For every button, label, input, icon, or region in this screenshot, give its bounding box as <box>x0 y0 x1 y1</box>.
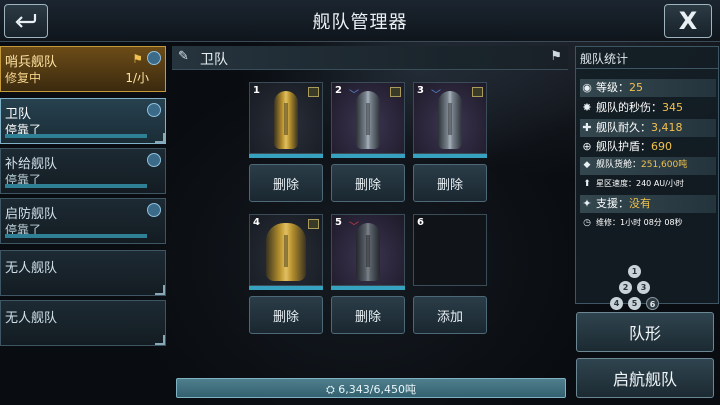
fleet-name: 无人舰队 <box>5 261 58 276</box>
corner-decoration <box>155 335 165 345</box>
ship-slot-2[interactable]: 2 ﹀ <box>331 82 405 158</box>
back-button[interactable] <box>4 4 48 38</box>
fleet-count: 1/小 <box>125 71 149 85</box>
ship-health-bar <box>249 154 323 158</box>
rank-icon <box>308 87 319 97</box>
ship-image <box>266 223 306 281</box>
formation-position: 6 <box>646 297 659 310</box>
corner-decoration <box>155 285 165 295</box>
remove-ship-button[interactable]: 删除 <box>249 296 323 334</box>
close-button[interactable]: X <box>664 4 712 38</box>
formation-position: 2 <box>619 281 632 294</box>
fleet-icon <box>147 153 161 167</box>
corner-decoration <box>155 133 165 143</box>
slot-number: 5 <box>335 217 342 228</box>
fleet-name: 卫队 <box>5 107 32 122</box>
level-icon: ◉ <box>582 81 592 94</box>
fleet-health-bar <box>5 234 147 238</box>
back-arrow-icon <box>15 14 37 28</box>
fleet-health-bar <box>5 184 147 188</box>
pencil-icon[interactable]: ✎ <box>178 49 189 64</box>
shield-icon: ⊕ <box>582 140 592 153</box>
support-icon: ✦ <box>582 197 592 210</box>
fleet-name-bar[interactable]: ✎ 卫队 ⚑ <box>172 46 568 70</box>
stat-level: ◉ 等级：25 <box>580 79 716 97</box>
tonnage-value: 6,343/6,450吨 <box>338 383 416 396</box>
ship-slot-6-empty[interactable]: 6 <box>413 214 487 286</box>
ship-slot-5[interactable]: 5 ﹀ <box>331 214 405 290</box>
formation-position: 3 <box>637 281 650 294</box>
fleet-item-sentinel[interactable]: 哨兵舰队 ⚑ 修复中 1/小 <box>0 46 166 92</box>
top-bar: 舰队管理器 X <box>0 0 720 42</box>
fleet-icon <box>147 51 161 65</box>
formation-position: 4 <box>610 297 623 310</box>
remove-ship-button[interactable]: 删除 <box>331 164 405 202</box>
tonnage-bar: ⛭ 6,343/6,450吨 <box>176 378 566 398</box>
stat-dps: ✸ 舰队的秒伤：345 <box>580 99 716 117</box>
cargo-icon: ◆ <box>583 160 591 170</box>
speed-icon: ⬆ <box>583 179 591 189</box>
slot-number: 4 <box>253 217 260 228</box>
stat-repair: ◷ 维修：1小时 08分 08秒 <box>580 217 716 235</box>
fleet-health-bar <box>5 134 147 138</box>
fleet-item-defense[interactable]: 启防舰队 停靠了 <box>0 198 166 244</box>
ship-image <box>356 223 380 281</box>
ship-image <box>356 91 380 149</box>
stat-speed: ⬆ 星区速度：240 AU/小时 <box>580 178 716 196</box>
ship-health-bar <box>331 286 405 290</box>
ship-slot-4[interactable]: 4 <box>249 214 323 290</box>
hull-icon: ✚ <box>582 121 592 134</box>
launch-fleet-button[interactable]: 启航舰队 <box>576 358 714 398</box>
divider <box>576 68 718 69</box>
clock-icon: ◷ <box>583 218 591 228</box>
fleet-item-supply[interactable]: 补给舰队 停靠了 <box>0 148 166 194</box>
remove-ship-button[interactable]: 删除 <box>413 164 487 202</box>
remove-ship-button[interactable]: 删除 <box>249 164 323 202</box>
remove-ship-button[interactable]: 删除 <box>331 296 405 334</box>
ship-health-bar <box>331 154 405 158</box>
stat-shield: ⊕ 舰队护盾：690 <box>580 138 716 156</box>
ship-slot-3[interactable]: 3 ﹀ <box>413 82 487 158</box>
slot-number: 1 <box>253 85 260 96</box>
stats-title: 舰队统计 <box>580 52 629 66</box>
slot-number: 2 <box>335 85 342 96</box>
fleet-name: 补给舰队 <box>5 157 58 172</box>
stat-cargo: ◆ 舰队货舱：251,600吨 <box>580 157 716 175</box>
rank-icon <box>308 219 319 229</box>
formation-position: 1 <box>628 265 641 278</box>
ship-slot-1[interactable]: 1 <box>249 82 323 158</box>
fleet-name: 哨兵舰队 <box>5 55 58 70</box>
formation-button[interactable]: 队形 <box>576 312 714 352</box>
fleet-item-guard[interactable]: 卫队 停靠了 <box>0 98 166 144</box>
fleet-name: 无人舰队 <box>5 311 58 326</box>
stat-support: ✦ 支援：没有 <box>580 195 716 213</box>
ship-health-bar <box>413 154 487 158</box>
slot-number: 6 <box>417 217 424 228</box>
stat-hull: ✚ 舰队耐久：3,418 <box>580 119 716 137</box>
flag-icon[interactable]: ⚑ <box>550 49 562 64</box>
ship-image <box>438 91 462 149</box>
fleet-icon <box>147 103 161 117</box>
fleet-item-empty[interactable]: 无人舰队 <box>0 250 166 296</box>
ship-image <box>274 91 298 149</box>
fleet-stats-panel: 舰队统计 ◉ 等级：25 ✸ 舰队的秒伤：345 ✚ 舰队耐久：3,418 ⊕ 舰队护盾… <box>575 46 719 310</box>
fleet-item-empty[interactable]: 无人舰队 <box>0 300 166 346</box>
fleet-name-label: 卫队 <box>200 52 228 68</box>
formation-position: 5 <box>628 297 641 310</box>
flag-icon: ⚑ <box>132 52 143 66</box>
page-title: 舰队管理器 <box>312 12 408 33</box>
tonnage-icon: ⛭ <box>326 383 339 396</box>
rank-icon <box>472 87 483 97</box>
add-ship-button[interactable]: 添加 <box>413 296 487 334</box>
rank-icon <box>390 87 401 97</box>
ship-health-bar <box>249 286 323 290</box>
slot-number: 3 <box>417 85 424 96</box>
fleet-status: 修复中 <box>5 71 42 85</box>
dps-icon: ✸ <box>582 101 592 114</box>
fleet-icon <box>147 203 161 217</box>
fleet-name: 启防舰队 <box>5 207 58 222</box>
